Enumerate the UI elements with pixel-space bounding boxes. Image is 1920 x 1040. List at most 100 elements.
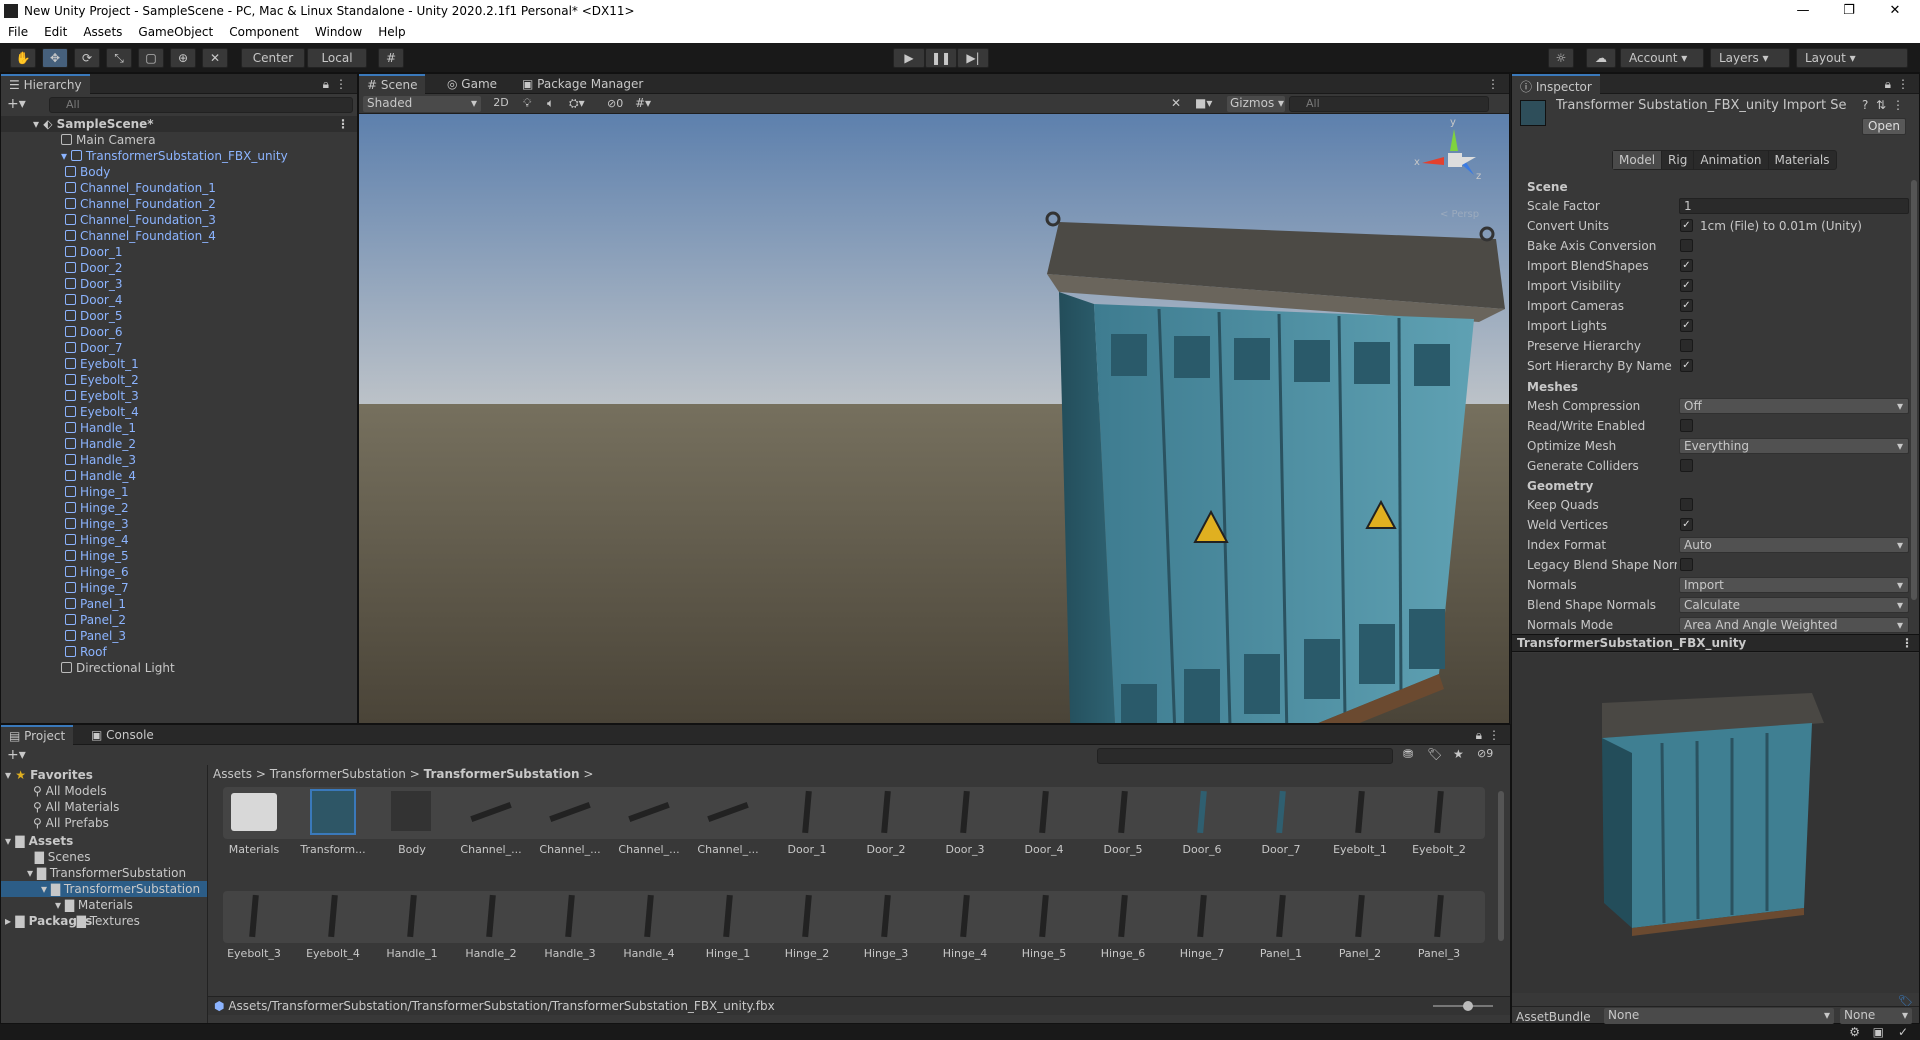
assetbundle-dropdown[interactable]: None ▾ xyxy=(1604,1008,1834,1024)
asset-item[interactable]: Body xyxy=(377,785,447,865)
hierarchy-item[interactable]: Eyebolt_2 xyxy=(1,372,357,388)
open-button[interactable]: Open xyxy=(1862,118,1906,135)
settings-menu-icon[interactable]: ⋮ xyxy=(1892,98,1904,112)
hierarchy-item[interactable]: Panel_2 xyxy=(1,612,357,628)
setting-dropdown[interactable]: Area And Angle Weighted xyxy=(1679,617,1909,633)
shading-mode-dropdown[interactable]: Shaded ▾ xyxy=(363,96,481,112)
play-button[interactable]: ▶ xyxy=(893,48,925,68)
asset-item[interactable]: Handle_4 xyxy=(614,889,684,969)
lighting-toggle-icon[interactable]: 💡︎ xyxy=(523,96,531,111)
zoom-slider[interactable] xyxy=(1433,1001,1493,1011)
asset-item[interactable]: Door_6 xyxy=(1167,785,1237,865)
setting-dropdown[interactable]: Import xyxy=(1679,577,1909,593)
pivot-center-button[interactable]: Center xyxy=(241,48,305,68)
autogenerate-lighting-icon[interactable]: ✓ xyxy=(1898,1025,1908,1039)
assetbundle-variant-dropdown[interactable]: None ▾ xyxy=(1840,1008,1912,1024)
hierarchy-item[interactable]: ▾ TransformerSubstation_FBX_unity xyxy=(1,148,357,164)
setting-checkbox[interactable]: ✓ xyxy=(1680,518,1693,531)
rect-tool-icon[interactable]: ▢ xyxy=(138,48,164,68)
services-icon[interactable]: ☼ xyxy=(1548,48,1574,68)
menu-gameobject[interactable]: GameObject xyxy=(130,23,221,39)
packages-node[interactable]: ▸ ▇ Packages xyxy=(1,913,207,929)
favorite-item[interactable]: ⚲ All Prefabs xyxy=(1,815,207,831)
setting-checkbox[interactable]: ✓ xyxy=(1680,219,1693,232)
subtab-model[interactable]: Model xyxy=(1613,151,1662,169)
asset-item[interactable]: Eyebolt_4 xyxy=(298,889,368,969)
folder-item[interactable]: ▾ ▇ Materials xyxy=(1,897,207,913)
setting-dropdown[interactable]: Everything xyxy=(1679,438,1909,454)
tab-game[interactable]: ◎ Game xyxy=(439,74,505,94)
cloud-icon[interactable]: ☁ xyxy=(1586,48,1616,68)
hierarchy-item[interactable]: Handle_3 xyxy=(1,452,357,468)
asset-item[interactable]: Hinge_2 xyxy=(772,889,842,969)
asset-item[interactable]: Panel_1 xyxy=(1246,889,1316,969)
asset-item[interactable]: Eyebolt_2 xyxy=(1404,785,1474,865)
hierarchy-item[interactable]: Body xyxy=(1,164,357,180)
help-icon[interactable]: ? xyxy=(1862,98,1868,112)
close-icon[interactable]: ✕ xyxy=(1872,0,1918,23)
hierarchy-item[interactable]: Channel_Foundation_3 xyxy=(1,212,357,228)
setting-dropdown[interactable]: Calculate xyxy=(1679,597,1909,613)
favorite-item[interactable]: ⚲ All Models xyxy=(1,783,207,799)
grid-toggle-icon[interactable]: #▾ xyxy=(635,96,651,110)
kebab-menu-icon[interactable]: ⋮ xyxy=(1897,77,1909,91)
breadcrumb-item[interactable]: Assets xyxy=(213,767,252,781)
setting-checkbox[interactable]: ✓ xyxy=(1680,359,1693,372)
asset-item[interactable]: Handle_1 xyxy=(377,889,447,969)
folder-item[interactable]: ▇ Scenes xyxy=(1,849,207,865)
asset-item[interactable]: Door_4 xyxy=(1009,785,1079,865)
asset-item[interactable]: Door_7 xyxy=(1246,785,1316,865)
step-button[interactable]: ▶| xyxy=(957,48,989,68)
create-add-icon[interactable]: +▾ xyxy=(7,747,26,763)
create-add-icon[interactable]: +▾ xyxy=(7,96,26,112)
setting-checkbox[interactable] xyxy=(1680,339,1693,352)
folder-item[interactable]: ▾ ▇ TransformerSubstation xyxy=(1,865,207,881)
hierarchy-item[interactable]: Door_1 xyxy=(1,244,357,260)
lock-icon[interactable]: 🔒︎ xyxy=(323,77,329,92)
breadcrumb-item[interactable]: TransformerSubstation xyxy=(270,767,406,781)
subtab-animation[interactable]: Animation xyxy=(1693,151,1767,169)
hierarchy-item[interactable]: Eyebolt_4 xyxy=(1,404,357,420)
tab-console[interactable]: ▣ Console xyxy=(83,725,162,745)
asset-item[interactable]: Channel_... xyxy=(614,785,684,865)
kebab-menu-icon[interactable]: ⋮ xyxy=(1488,728,1500,742)
setting-dropdown[interactable]: Auto xyxy=(1679,537,1909,553)
rotate-tool-icon[interactable]: ⟳ xyxy=(74,48,100,68)
layout-dropdown[interactable]: Layout ▾ xyxy=(1796,48,1908,68)
kebab-menu-icon[interactable]: ⋮ xyxy=(335,77,347,91)
hierarchy-item[interactable]: Panel_1 xyxy=(1,596,357,612)
asset-item[interactable]: Transform... xyxy=(298,785,368,865)
preview-header[interactable]: TransformerSubstation_FBX_unity ⋮ xyxy=(1512,634,1919,652)
setting-checkbox[interactable]: ✓ xyxy=(1680,299,1693,312)
camera-settings-icon[interactable]: ■▾ xyxy=(1195,96,1212,110)
transform-tool-icon[interactable]: ⊕ xyxy=(170,48,196,68)
tools-icon[interactable]: ✕ xyxy=(1171,96,1181,110)
hierarchy-item[interactable]: Hinge_3 xyxy=(1,516,357,532)
setting-checkbox[interactable]: ✓ xyxy=(1680,259,1693,272)
folder-item[interactable]: ▾ ▇ TransformerSubstation xyxy=(1,881,207,897)
grid-snap-icon[interactable]: # xyxy=(378,48,404,68)
account-dropdown[interactable]: Account ▾ xyxy=(1620,48,1704,68)
menu-component[interactable]: Component xyxy=(221,23,307,39)
tab-scene[interactable]: # Scene xyxy=(359,74,426,94)
hierarchy-item[interactable]: Eyebolt_3 xyxy=(1,388,357,404)
hierarchy-item[interactable]: Directional Light xyxy=(1,660,357,676)
menu-help[interactable]: Help xyxy=(370,23,413,39)
hierarchy-item[interactable]: Hinge_1 xyxy=(1,484,357,500)
hierarchy-item[interactable]: Door_7 xyxy=(1,340,357,356)
debug-icon[interactable]: ⚙ xyxy=(1849,1025,1860,1039)
menu-file[interactable]: File xyxy=(0,23,36,39)
asset-item[interactable]: Channel_... xyxy=(535,785,605,865)
menu-assets[interactable]: Assets xyxy=(75,23,130,39)
setting-checkbox[interactable]: ✓ xyxy=(1680,319,1693,332)
tab-project[interactable]: ▤ Project xyxy=(1,725,74,745)
hierarchy-item[interactable]: Panel_3 xyxy=(1,628,357,644)
hierarchy-item[interactable]: Handle_4 xyxy=(1,468,357,484)
layers-dropdown[interactable]: Layers ▾ xyxy=(1710,48,1790,68)
scene-search-input[interactable]: All xyxy=(1289,96,1489,112)
hierarchy-item[interactable]: Channel_Foundation_4 xyxy=(1,228,357,244)
setting-checkbox[interactable] xyxy=(1680,558,1693,571)
hierarchy-item[interactable]: Hinge_7 xyxy=(1,580,357,596)
hierarchy-item[interactable]: Handle_2 xyxy=(1,436,357,452)
effects-toggle-icon[interactable]: ⛭▾ xyxy=(569,96,585,111)
